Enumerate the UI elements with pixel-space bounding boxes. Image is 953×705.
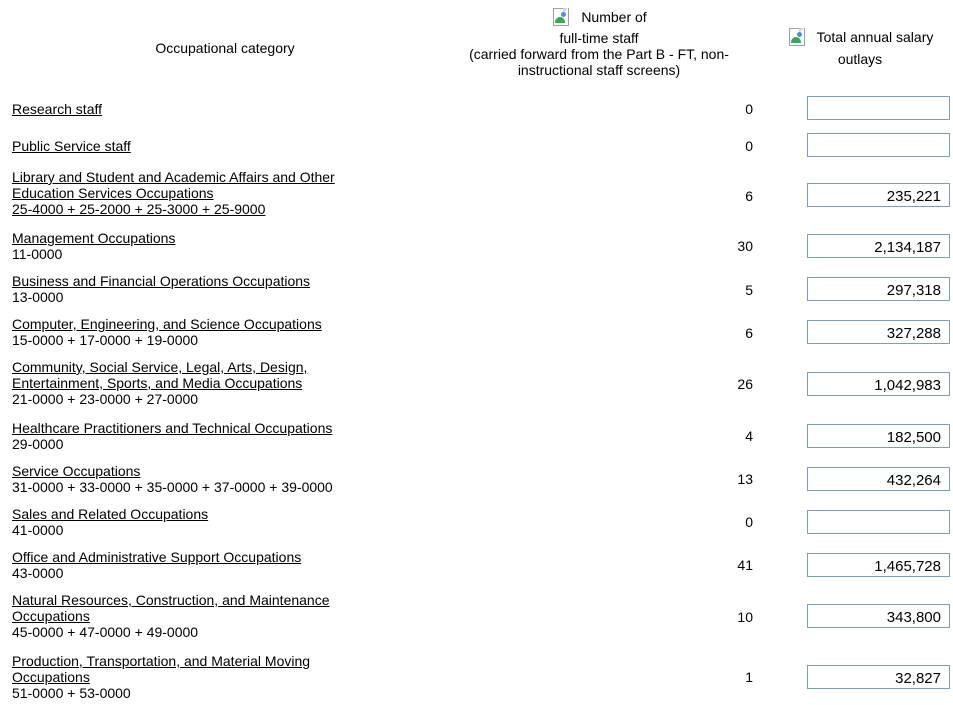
fulltime-staff-count: 6 bbox=[745, 188, 753, 204]
occupation-label: Management Occupations 11-0000 bbox=[12, 230, 432, 262]
salary-outlay-input[interactable] bbox=[807, 234, 950, 258]
header-salary-line-1: Total annual salary bbox=[816, 29, 934, 45]
occupation-code: 31-0000 + 33-0000 + 35-0000 + 37-0000 + … bbox=[12, 479, 333, 495]
occupation-link[interactable]: Service Occupations bbox=[12, 463, 140, 479]
occupation-code: 45-0000 + 47-0000 + 49-0000 bbox=[12, 624, 199, 640]
occupation-link[interactable]: Research staff bbox=[12, 101, 102, 117]
occupation-link[interactable]: Library and Student and Academic Affairs… bbox=[12, 169, 335, 185]
salary-outlay-input[interactable] bbox=[807, 467, 950, 491]
header-number-line-4: instructional staff screens) bbox=[517, 62, 681, 78]
occupation-link[interactable]: Public Service staff bbox=[12, 138, 131, 154]
broken-image-icon bbox=[551, 8, 577, 30]
header-number-line-3: (carried forward from the Part B - FT, n… bbox=[469, 46, 729, 62]
occupation-link[interactable]: Production, Transportation, and Material… bbox=[12, 653, 310, 669]
occupation-link[interactable]: Office and Administrative Support Occupa… bbox=[12, 549, 301, 565]
salary-outlay-input[interactable] bbox=[807, 183, 950, 207]
occupation-code: 11-0000 bbox=[12, 246, 63, 262]
header-number-line-1: Number of bbox=[581, 9, 647, 25]
occupation-label: Sales and Related Occupations 41-0000 bbox=[12, 506, 432, 538]
salary-outlay-input[interactable] bbox=[807, 510, 950, 534]
fulltime-staff-count: 10 bbox=[737, 609, 753, 625]
occupation-code: 29-0000 bbox=[12, 436, 64, 452]
broken-image-icon bbox=[787, 28, 813, 50]
occupation-link[interactable]: Occupations bbox=[12, 608, 90, 624]
occupation-link[interactable]: Community, Social Service, Legal, Arts, … bbox=[12, 359, 307, 375]
fulltime-staff-count: 41 bbox=[737, 557, 753, 573]
occupation-link[interactable]: 25-4000 + 25-2000 + 25-3000 + 25-9000 bbox=[12, 201, 265, 217]
salary-outlay-input[interactable] bbox=[807, 553, 950, 577]
occupation-label: Business and Financial Operations Occupa… bbox=[12, 273, 432, 305]
fulltime-staff-count: 30 bbox=[737, 238, 753, 254]
salary-outlay-input[interactable] bbox=[807, 277, 950, 301]
occupation-code: 15-0000 + 17-0000 + 19-0000 bbox=[12, 332, 199, 348]
occupation-link[interactable]: Entertainment, Sports, and Media Occupat… bbox=[12, 375, 302, 391]
salary-outlay-input[interactable] bbox=[807, 96, 950, 120]
occupation-link[interactable]: Healthcare Practitioners and Technical O… bbox=[12, 420, 332, 436]
fulltime-staff-count: 4 bbox=[745, 428, 753, 444]
occupation-label: Library and Student and Academic Affairs… bbox=[12, 169, 432, 217]
occupation-code: 51-0000 + 53-0000 bbox=[12, 685, 131, 701]
occupation-link[interactable]: Occupations bbox=[12, 669, 90, 685]
header-number-line-2: full-time staff bbox=[559, 30, 639, 46]
salary-outlay-input[interactable] bbox=[807, 665, 950, 689]
occupation-label: Computer, Engineering, and Science Occup… bbox=[12, 316, 432, 348]
occupation-link[interactable]: Computer, Engineering, and Science Occup… bbox=[12, 316, 322, 332]
header-number-of-staff: Number of full-time staff (carried forwa… bbox=[445, 8, 753, 78]
salary-outlay-input[interactable] bbox=[807, 133, 950, 157]
fulltime-staff-count: 26 bbox=[737, 376, 753, 392]
fulltime-staff-count: 0 bbox=[745, 514, 753, 530]
salary-outlay-input[interactable] bbox=[807, 372, 950, 396]
occupation-label: Natural Resources, Construction, and Mai… bbox=[12, 592, 432, 640]
salary-outlay-input[interactable] bbox=[807, 604, 950, 628]
fulltime-staff-count: 0 bbox=[745, 101, 753, 117]
occupation-link[interactable]: Business and Financial Operations Occupa… bbox=[12, 273, 310, 289]
occupation-link[interactable]: Sales and Related Occupations bbox=[12, 506, 208, 522]
fulltime-staff-count: 13 bbox=[737, 471, 753, 487]
fulltime-staff-count: 5 bbox=[745, 282, 753, 298]
fulltime-staff-count: 1 bbox=[745, 669, 753, 685]
occupation-label: Healthcare Practitioners and Technical O… bbox=[12, 420, 432, 452]
salary-outlay-input[interactable] bbox=[807, 424, 950, 448]
occupation-label: Research staff bbox=[12, 101, 432, 117]
occupation-label: Production, Transportation, and Material… bbox=[12, 653, 432, 701]
occupation-link[interactable]: Education Services Occupations bbox=[12, 185, 214, 201]
occupation-link[interactable]: Management Occupations bbox=[12, 230, 175, 246]
occupation-code: 21-0000 + 23-0000 + 27-0000 bbox=[12, 391, 199, 407]
fulltime-staff-count: 6 bbox=[745, 325, 753, 341]
occupation-code: 43-0000 bbox=[12, 565, 64, 581]
salary-outlay-input[interactable] bbox=[807, 320, 950, 344]
occupation-link[interactable]: Natural Resources, Construction, and Mai… bbox=[12, 592, 330, 608]
occupation-label: Office and Administrative Support Occupa… bbox=[12, 549, 432, 581]
occupation-label: Community, Social Service, Legal, Arts, … bbox=[12, 359, 432, 407]
header-salary-line-2: outlays bbox=[837, 51, 883, 67]
occupation-label: Service Occupations 31-0000 + 33-0000 + 3… bbox=[12, 463, 432, 495]
header-occupational-category: Occupational category bbox=[155, 40, 295, 56]
occupation-label: Public Service staff bbox=[12, 138, 432, 154]
occupation-code: 13-0000 bbox=[12, 289, 64, 305]
occupation-code: 41-0000 bbox=[12, 522, 64, 538]
fulltime-staff-count: 0 bbox=[745, 138, 753, 154]
header-total-annual-salary: Total annual salary outlays bbox=[770, 28, 950, 68]
